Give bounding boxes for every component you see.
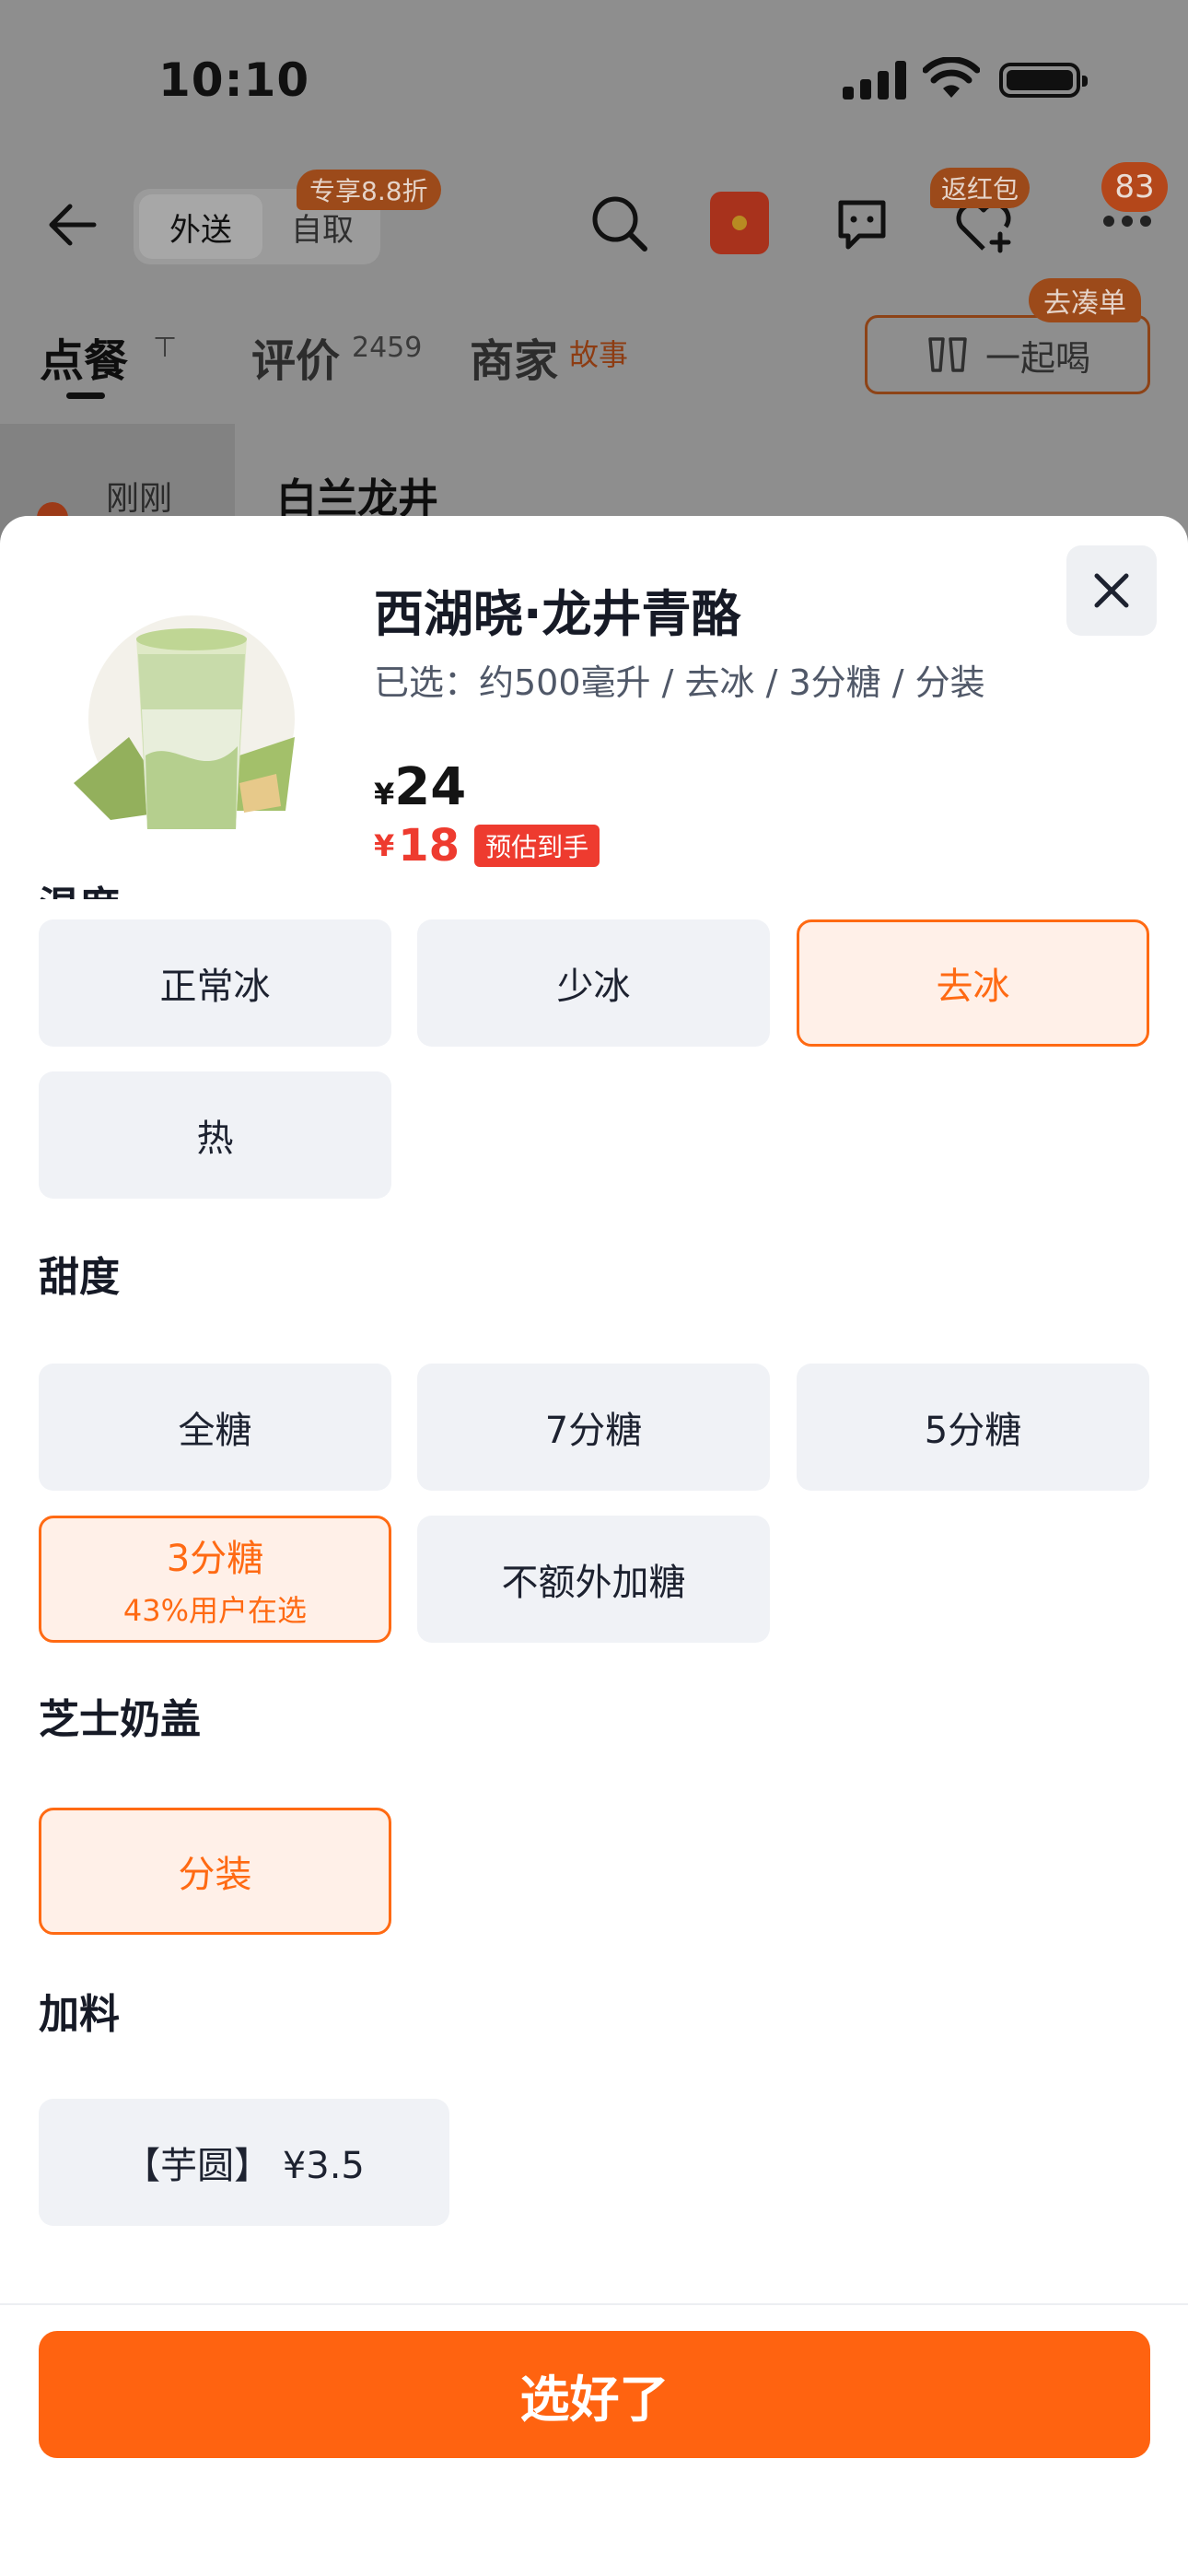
estimated-price: ¥ 18 预估到手 [374,820,600,872]
tab-merchant[interactable]: 商家 [470,324,558,389]
option-label: 3分糖 [166,1538,264,1580]
option-label: 5分糖 [924,1410,1022,1452]
option-cheese-separate[interactable]: 分装 [39,1808,391,1935]
option-label: 去冰 [936,966,1010,1008]
option-popularity: 43%用户在选 [122,1593,308,1628]
option-sweet-50[interactable]: 5分糖 [797,1364,1149,1491]
product-image [74,615,295,829]
tab-review-count: 2459 [352,332,423,364]
option-label: 7分糖 [544,1410,643,1452]
drink-together-button[interactable]: 一起喝 [865,315,1150,394]
option-temp-no-ice[interactable]: 去冰 [797,919,1149,1047]
option-temp-hot[interactable]: 热 [39,1071,391,1199]
original-price: ¥24 [374,757,466,817]
close-icon [1094,573,1129,608]
option-label: 不额外加糖 [501,1562,686,1604]
red-packet-icon[interactable] [710,192,769,254]
sweetness-title: 甜度 [39,1254,120,1301]
spec-sheet: 西湖晓·龙井青酪 已选：约500毫升 / 去冰 / 3分糖 / 分装 ¥24 ¥… [0,516,1188,2576]
tab-underline [66,392,105,399]
drink-together-label: 一起喝 [984,337,1090,379]
cups-icon [928,337,967,372]
tab-review[interactable]: 评价 [251,324,340,389]
status-time: 10:10 [158,53,310,107]
close-button[interactable] [1066,545,1157,636]
drink-badge: 去凑单 [1029,278,1141,322]
option-label: 热 [196,1118,234,1160]
option-temp-less-ice[interactable]: 少冰 [417,919,770,1047]
cheese-title: 芝士奶盖 [39,1696,201,1743]
option-temp-normal-ice[interactable]: 正常冰 [39,919,391,1047]
option-sweet-70[interactable]: 7分糖 [417,1364,770,1491]
price2-value: 18 [398,820,460,872]
search-icon[interactable] [589,193,650,254]
tab-order[interactable]: 点餐 [40,324,128,389]
product-name: 西湖晓·龙井青酪 [374,585,741,643]
battery-icon [999,63,1088,98]
price2-currency: ¥ [374,828,395,863]
wifi-icon [923,57,980,98]
option-sweet-full[interactable]: 全糖 [39,1364,391,1491]
notification-count-badge: 83 [1101,162,1168,212]
promo-badge: 专享8.8折 [297,170,441,210]
price-currency: ¥ [374,777,395,812]
option-topping-taro-ball[interactable]: 【芋圆】 ¥3.5 [39,2099,449,2226]
mode-delivery[interactable]: 外送 [139,194,262,259]
tab-order-pin: ⊤ [153,332,178,364]
signal-icon [843,61,907,100]
back-arrow-icon[interactable] [44,197,99,252]
sidebar-item-recent[interactable]: 刚刚 [106,472,172,520]
option-label: 正常冰 [159,966,271,1008]
option-label: 全糖 [178,1410,252,1452]
temperature-title: 温度 [39,873,120,899]
tab-merchant-suffix: 故事 [569,337,629,372]
toppings-title: 加料 [39,1991,120,2038]
price-value: 24 [394,757,467,817]
option-sweet-30[interactable]: 3分糖 43%用户在选 [39,1516,391,1643]
estimated-price-badge: 预估到手 [474,825,600,867]
options-list[interactable]: 温度 正常冰 少冰 去冰 热 甜度 全糖 7分糖 5分糖 3分糖 43%用户在选… [0,884,1188,2576]
option-label: 【芋圆】 ¥3.5 [123,2145,365,2187]
selected-specs: 已选：约500毫升 / 去冰 / 3分糖 / 分装 [374,662,985,703]
more-icon[interactable] [1101,212,1153,230]
fav-badge: 返红包 [930,168,1031,208]
confirm-button[interactable]: 选好了 [39,2331,1150,2458]
footer-divider [0,2303,1188,2305]
option-sweet-none[interactable]: 不额外加糖 [417,1516,770,1643]
message-icon[interactable] [833,195,891,252]
option-label: 少冰 [556,966,631,1008]
option-label: 分装 [178,1854,252,1896]
